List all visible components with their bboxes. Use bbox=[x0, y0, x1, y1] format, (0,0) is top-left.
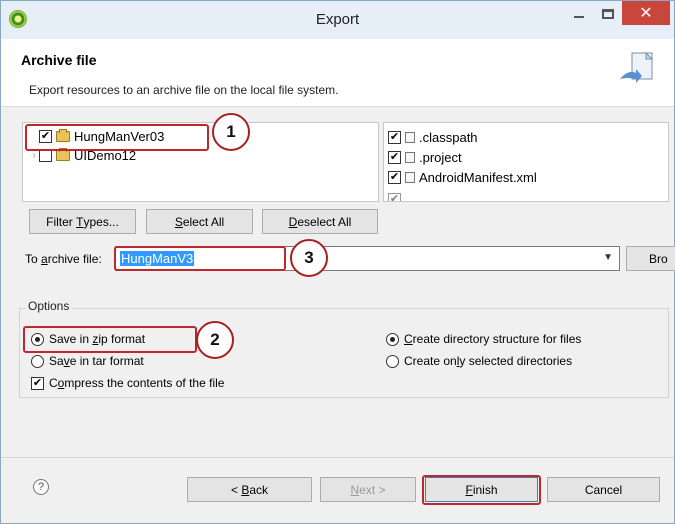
project-folder-icon bbox=[56, 147, 70, 161]
file-checkbox[interactable] bbox=[388, 130, 401, 144]
title-bar[interactable]: Export ✕ bbox=[1, 1, 674, 39]
file-icon bbox=[405, 131, 415, 143]
minimize-button[interactable] bbox=[564, 1, 594, 27]
file-item[interactable]: .project bbox=[388, 148, 462, 166]
browse-button[interactable]: Bro bbox=[626, 246, 675, 271]
back-button[interactable]: < Back bbox=[187, 477, 312, 502]
checkbox-icon[interactable] bbox=[31, 376, 44, 390]
selected-directories-label: Create only selected directories bbox=[404, 354, 573, 368]
close-button[interactable]: ✕ bbox=[622, 1, 670, 25]
radio-icon[interactable] bbox=[31, 354, 44, 368]
selected-directories-radio[interactable]: Create only selected directories bbox=[386, 354, 572, 368]
filter-types-button[interactable]: Filter Types... bbox=[29, 209, 136, 234]
maximize-icon bbox=[601, 9, 614, 19]
close-icon: ✕ bbox=[639, 5, 653, 22]
maximize-button[interactable] bbox=[594, 1, 621, 27]
file-item-partial[interactable] bbox=[388, 190, 401, 201]
wizard-header: Archive file Export resources to an arch… bbox=[1, 39, 674, 107]
highlight-zip-format bbox=[23, 326, 197, 353]
options-title: Options bbox=[25, 299, 73, 313]
highlight-project bbox=[25, 124, 209, 151]
archive-file-label: To archive file: bbox=[25, 252, 102, 266]
tar-format-radio[interactable]: Save in tar format bbox=[31, 354, 144, 368]
help-icon[interactable]: ? bbox=[33, 479, 49, 495]
highlight-archive-file bbox=[114, 246, 286, 271]
file-label: AndroidManifest.xml bbox=[419, 169, 537, 185]
tar-format-label: Save in tar format bbox=[49, 354, 144, 368]
chevron-down-icon[interactable]: ▼ bbox=[603, 252, 613, 263]
compress-checkbox[interactable]: Compress the contents of the file bbox=[31, 376, 224, 390]
select-all-button[interactable]: Select All bbox=[146, 209, 253, 234]
callout-badge-2: 2 bbox=[196, 321, 234, 359]
radio-icon[interactable] bbox=[386, 332, 399, 346]
cancel-button[interactable]: Cancel bbox=[547, 477, 660, 502]
file-checkbox[interactable] bbox=[388, 192, 401, 201]
chevron-right-icon[interactable]: › bbox=[29, 150, 39, 161]
callout-badge-3: 3 bbox=[290, 239, 328, 277]
compress-label: Compress the contents of the file bbox=[49, 376, 225, 390]
file-item[interactable]: AndroidManifest.xml bbox=[388, 168, 537, 186]
export-dialog: Export ✕ Archive file Export resources t… bbox=[0, 0, 675, 524]
radio-icon[interactable] bbox=[386, 354, 399, 368]
minimize-icon bbox=[574, 16, 584, 18]
file-icon bbox=[405, 151, 415, 163]
highlight-finish bbox=[422, 475, 541, 505]
file-label: .classpath bbox=[419, 129, 478, 145]
next-button[interactable]: Next > bbox=[320, 477, 416, 502]
file-item[interactable]: .classpath bbox=[388, 128, 478, 146]
page-description: Export resources to an archive file on t… bbox=[29, 83, 339, 97]
export-wizard-icon bbox=[620, 51, 654, 83]
file-checkbox[interactable] bbox=[388, 150, 401, 164]
file-checkbox[interactable] bbox=[388, 170, 401, 184]
deselect-all-button[interactable]: Deselect All bbox=[262, 209, 378, 234]
callout-badge-1: 1 bbox=[212, 113, 250, 151]
directory-structure-label: Create directory structure for files bbox=[404, 332, 582, 346]
file-list[interactable]: .classpath .project AndroidManifest.xml bbox=[383, 122, 669, 202]
page-title: Archive file bbox=[21, 52, 97, 68]
footer-separator bbox=[1, 457, 674, 458]
file-label: .project bbox=[419, 149, 462, 165]
directory-structure-radio[interactable]: Create directory structure for files bbox=[386, 332, 581, 346]
xml-file-icon bbox=[405, 171, 415, 183]
